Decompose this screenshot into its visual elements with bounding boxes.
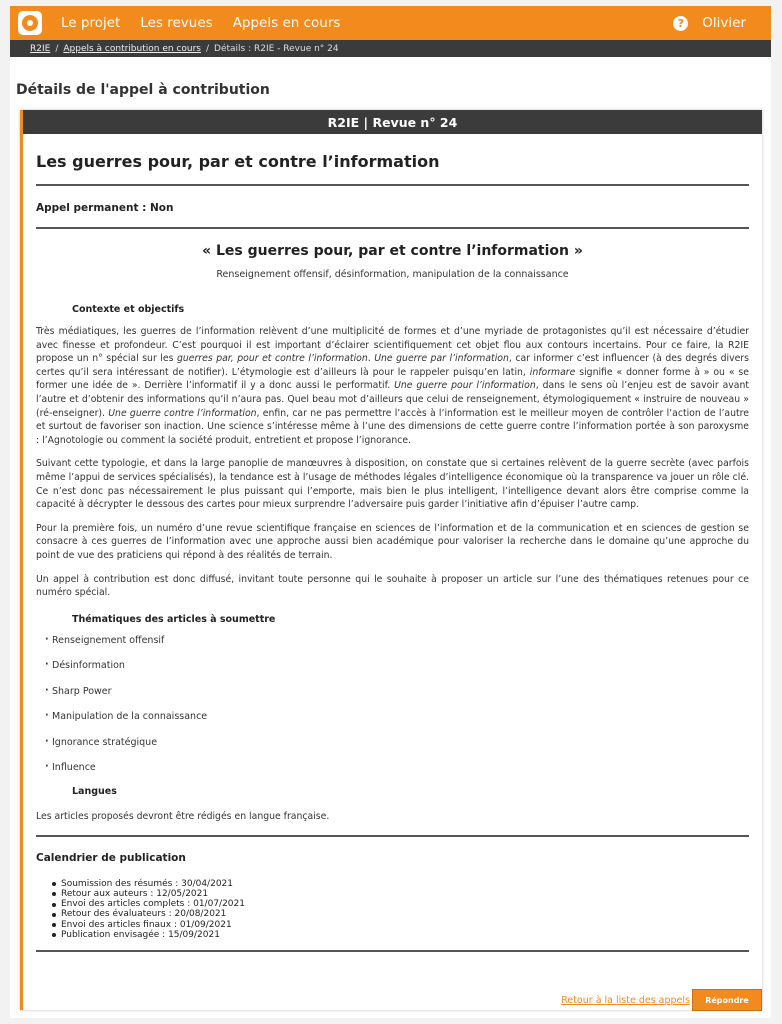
themes-heading: Thématiques des articles à soumettre bbox=[72, 613, 276, 625]
calendar-item: Retour des évaluateurs : 20/08/2021 bbox=[52, 909, 749, 919]
calendar-item: Soumission des résumés : 30/04/2021 bbox=[52, 879, 749, 889]
breadcrumb-separator: / bbox=[55, 43, 59, 54]
call-details-panel: R2IE | Revue n° 24 Les guerres pour, par… bbox=[20, 110, 762, 1011]
page-title: Détails de l'appel à contribution bbox=[16, 82, 270, 98]
site-logo[interactable] bbox=[18, 11, 42, 35]
theme-item: Influence bbox=[36, 761, 749, 788]
issue-subtitle: Renseignement offensif, désinformation, … bbox=[216, 269, 569, 280]
divider bbox=[36, 184, 749, 186]
calendar-item: Retour aux auteurs : 12/05/2021 bbox=[52, 889, 749, 899]
theme-item: Ignorance stratégique bbox=[36, 736, 749, 763]
question-circle-icon[interactable]: ? bbox=[673, 15, 689, 31]
calendar-item: Envoi des articles complets : 01/07/2021 bbox=[52, 899, 749, 909]
theme-item: Désinformation bbox=[36, 659, 749, 686]
calendar-item: Publication envisagée : 15/09/2021 bbox=[52, 930, 749, 940]
breadcrumb-home[interactable]: R2IE bbox=[30, 44, 50, 54]
languages-text: Les articles proposés devront être rédig… bbox=[36, 810, 330, 822]
top-nav-bar: Le projet Les revues Appels en cours ? O… bbox=[10, 6, 771, 40]
breadcrumb-appels[interactable]: Appels à contribution en cours bbox=[63, 44, 201, 54]
reply-button[interactable]: Répondre bbox=[692, 989, 762, 1011]
context-paragraph-4: Un appel à contribution est donc diffusé… bbox=[36, 573, 749, 599]
divider bbox=[36, 834, 749, 837]
panel-footer: Retour à la liste des appels Répondre bbox=[561, 989, 762, 1011]
page-frame: Le projet Les revues Appels en cours ? O… bbox=[10, 6, 771, 1018]
theme-item: Renseignement offensif bbox=[36, 634, 749, 661]
context-paragraph-3: Pour la première fois, un numéro d’une r… bbox=[36, 522, 749, 561]
context-paragraph-2: Suivant cette typologie, et dans la larg… bbox=[36, 458, 749, 511]
calendar-list: Soumission des résumés : 30/04/2021 Reto… bbox=[52, 879, 749, 940]
nav-link-revues[interactable]: Les revues bbox=[140, 15, 212, 31]
theme-item: Manipulation de la connaissance bbox=[36, 710, 749, 737]
user-menu[interactable]: Olivier bbox=[702, 15, 746, 31]
breadcrumb: R2IE / Appels à contribution en cours / … bbox=[10, 40, 771, 57]
logo-icon bbox=[22, 15, 38, 31]
back-to-list-link[interactable]: Retour à la liste des appels bbox=[561, 995, 690, 1006]
panel-header: R2IE | Revue n° 24 bbox=[23, 110, 762, 134]
divider bbox=[36, 227, 749, 229]
divider bbox=[36, 949, 749, 952]
issue-theme-title: « Les guerres pour, par et contre l’info… bbox=[202, 243, 583, 259]
context-heading: Contexte et objectifs bbox=[72, 304, 185, 315]
context-paragraph-1: Très médiatiques, les guerres de l’infor… bbox=[36, 326, 749, 446]
nav-link-projet[interactable]: Le projet bbox=[61, 15, 120, 31]
themes-list: Renseignement offensif Désinformation Sh… bbox=[36, 634, 749, 788]
calendar-item: Envoi des articles finaux : 01/09/2021 bbox=[52, 920, 749, 930]
calendar-heading: Calendrier de publication bbox=[36, 851, 186, 864]
theme-item: Sharp Power bbox=[36, 685, 749, 712]
breadcrumb-separator: / bbox=[205, 43, 210, 54]
breadcrumb-current: Détails : R2IE - Revue n° 24 bbox=[214, 43, 339, 54]
call-title: Les guerres pour, par et contre l’inform… bbox=[36, 152, 440, 171]
permanent-call-status: Appel permanent : Non bbox=[36, 202, 174, 214]
nav-link-appels[interactable]: Appels en cours bbox=[233, 15, 341, 31]
